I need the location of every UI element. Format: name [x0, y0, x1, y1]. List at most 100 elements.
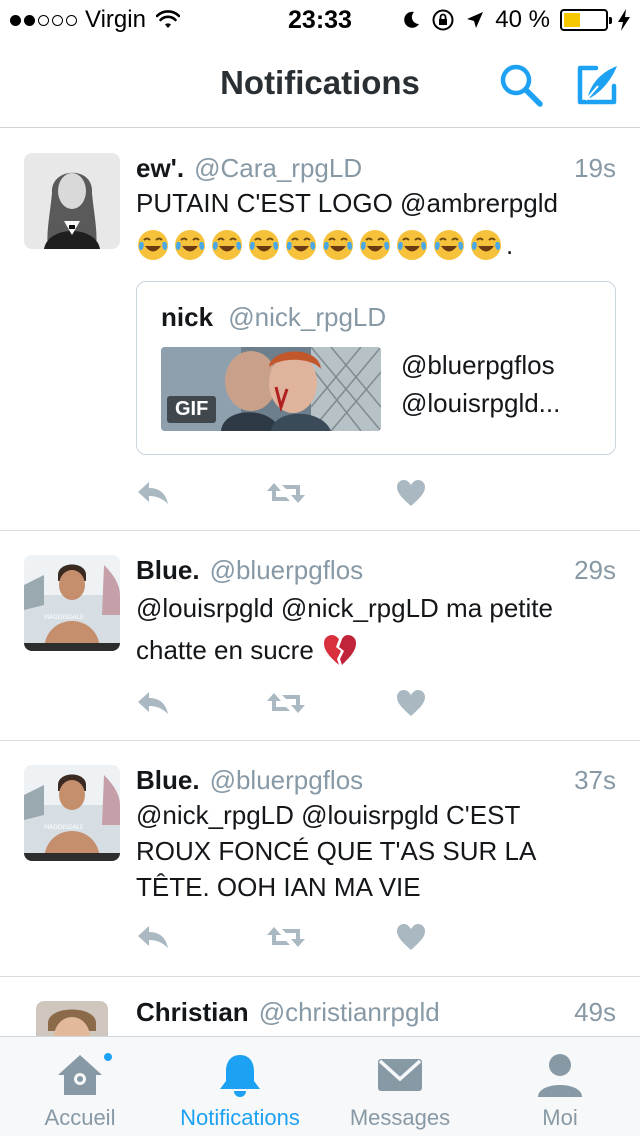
tears-of-joy-emoji-icon — [360, 230, 390, 260]
user-handle[interactable]: @christianrpgld — [259, 997, 574, 1028]
timestamp: 29s — [574, 555, 616, 585]
battery-percent: 40 % — [495, 6, 550, 33]
tweet-text-line: chatte en sucre — [136, 635, 314, 665]
reply-button[interactable] — [136, 475, 266, 511]
retweet-button[interactable] — [266, 685, 396, 721]
tweet-text-line: @louisrpgld @nick_rpgLD ma petite — [136, 593, 553, 623]
reply-icon — [138, 692, 168, 714]
status-bar: Virgin 23:33 40 % — [0, 0, 640, 40]
tweet[interactable]: MADDISDALE Blue. @bluerpgflos 37s @nick_… — [0, 741, 640, 977]
tears-of-joy-emoji-icon — [286, 230, 316, 260]
svg-text:MADDISDALE: MADDISDALE — [44, 614, 84, 621]
tweet-text-line: PUTAIN C'EST LOGO @ambrerpgld — [136, 188, 558, 218]
compose-icon — [577, 65, 617, 105]
quoted-text-line: @bluerpgflos — [401, 350, 555, 380]
tweet-text: @louisrpgld @nick_rpgLD ma petite chatte… — [136, 587, 614, 671]
search-icon — [500, 64, 543, 107]
display-name[interactable]: Christian — [136, 997, 249, 1028]
avatar[interactable] — [36, 1001, 108, 1036]
avatar[interactable]: MADDISDALE — [24, 555, 120, 651]
tweet-actions — [136, 685, 526, 721]
battery-level — [564, 13, 580, 27]
quoted-tweet-text: @bluerpgflos @louisrpgld... — [401, 346, 560, 422]
tears-of-joy-emoji-icon — [434, 230, 464, 260]
status-indicators: 40 % — [401, 6, 630, 34]
user-handle[interactable]: @Cara_rpgLD — [194, 153, 574, 184]
tab-label: Moi — [542, 1105, 578, 1130]
tweet-header: Christian @christianrpgld 49s — [136, 997, 616, 1028]
person-icon — [538, 1054, 582, 1097]
compose-tweet-button[interactable] — [572, 60, 622, 110]
tab-messages[interactable]: Messages — [320, 1037, 480, 1136]
avatar[interactable]: MADDISDALE — [24, 765, 120, 861]
tears-of-joy-emoji-icon — [323, 230, 353, 260]
moon-icon — [404, 11, 420, 28]
tab-me[interactable]: Moi — [480, 1037, 640, 1136]
like-button[interactable] — [396, 685, 526, 721]
timestamp: 49s — [574, 997, 616, 1027]
retweet-button[interactable] — [266, 475, 396, 511]
tab-notifications[interactable]: Notifications — [160, 1037, 320, 1136]
trailing-period: . — [506, 230, 514, 260]
tweet-text: PUTAIN C'EST LOGO @ambrerpgld . — [136, 182, 614, 266]
svg-text:MADDISDALE: MADDISDALE — [44, 824, 84, 831]
notifications-timeline[interactable]: ew'. @Cara_rpgLD 19s PUTAIN C'EST LOGO @… — [0, 129, 640, 1036]
tweet-text-line: @nick_rpgLD @louisrpgld C'EST — [136, 800, 521, 830]
search-button[interactable] — [496, 60, 546, 110]
navigation-bar: Notifications — [0, 40, 640, 128]
tears-of-joy-emoji-icon — [212, 230, 242, 260]
tweet-actions — [136, 475, 526, 511]
home-icon — [58, 1055, 102, 1095]
heart-icon — [397, 924, 425, 950]
location-arrow-icon — [467, 12, 484, 28]
tears-of-joy-emoji-icon — [471, 230, 501, 260]
display-name[interactable]: Blue. — [136, 765, 200, 796]
retweet-icon — [267, 927, 305, 947]
tweet-text-line: ROUX FONCÉ QUE T'AS SUR LA — [136, 836, 537, 866]
heart-icon — [397, 480, 425, 506]
reply-icon — [138, 926, 168, 948]
gif-badge: GIF — [167, 396, 217, 423]
reply-button[interactable] — [136, 919, 266, 955]
bell-icon — [220, 1055, 260, 1097]
tab-label: Notifications — [180, 1105, 300, 1130]
battery-icon — [560, 9, 612, 31]
tweet[interactable]: MADDISDALE Blue. @bluerpgflos 29s @louis… — [0, 531, 640, 741]
tweet-header: Blue. @bluerpgflos 29s — [136, 555, 616, 586]
retweet-button[interactable] — [266, 919, 396, 955]
tears-of-joy-emoji-icon — [175, 230, 205, 260]
like-button[interactable] — [396, 475, 526, 511]
retweet-icon — [267, 483, 305, 503]
tab-label: Messages — [349, 1105, 451, 1130]
tab-home[interactable]: Accueil — [0, 1037, 160, 1136]
timestamp: 37s — [574, 765, 616, 795]
unread-indicator-dot — [102, 1051, 114, 1063]
heart-icon — [397, 690, 425, 716]
tweet-header: ew'. @Cara_rpgLD 19s — [136, 153, 616, 184]
reply-icon — [138, 482, 168, 504]
reply-button[interactable] — [136, 685, 266, 721]
quoted-tweet[interactable]: nick @nick_rpgLD GIF @bluerpgflos @louis… — [136, 281, 616, 455]
user-handle[interactable]: @bluerpgflos — [210, 555, 575, 586]
display-name[interactable]: Blue. — [136, 555, 200, 586]
tweet-text: @nick_rpgLD @louisrpgld C'EST ROUX FONCÉ… — [136, 797, 614, 905]
display-name[interactable]: ew'. — [136, 153, 184, 184]
avatar[interactable] — [24, 153, 120, 249]
tears-of-joy-emoji-icon — [397, 230, 427, 260]
tweet-text-line-wrap: chatte en sucre — [136, 629, 614, 671]
tweet[interactable]: ew'. @Cara_rpgLD 19s PUTAIN C'EST LOGO @… — [0, 129, 640, 531]
tears-of-joy-emoji-icon — [249, 230, 279, 260]
tweet[interactable]: Christian @christianrpgld 49s — [0, 977, 640, 1036]
quoted-display-name: nick — [161, 302, 214, 332]
quoted-text-line: @louisrpgld... — [401, 388, 561, 418]
like-button[interactable] — [396, 919, 526, 955]
quoted-user-handle: @nick_rpgLD — [228, 302, 387, 332]
emoji-row: . — [136, 224, 614, 266]
envelope-icon — [378, 1059, 422, 1091]
retweet-icon — [267, 693, 305, 713]
quoted-tweet-header: nick @nick_rpgLD — [161, 302, 386, 333]
rotation-lock-icon — [432, 9, 454, 31]
user-handle[interactable]: @bluerpgflos — [210, 765, 575, 796]
tweet-text-line: TÊTE. OOH IAN MA VIE — [136, 872, 421, 902]
gif-thumbnail[interactable]: GIF — [161, 347, 381, 431]
